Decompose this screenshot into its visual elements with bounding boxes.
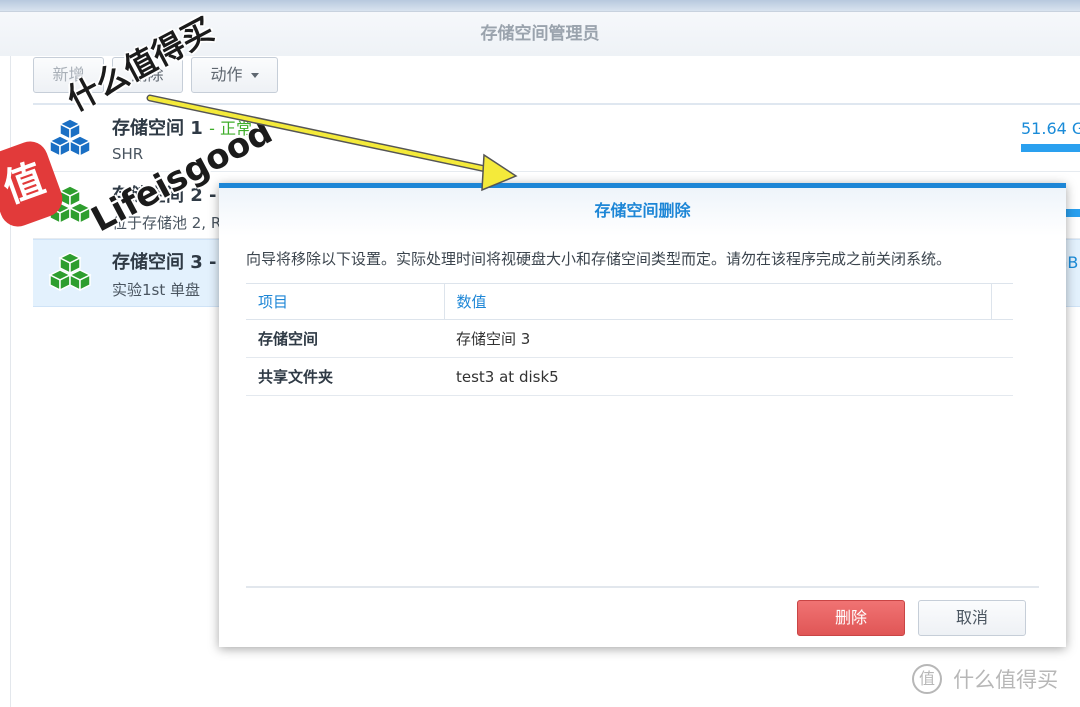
volume-desc: 实验1st 单盘 bbox=[112, 281, 201, 299]
row-value: test3 at disk5 bbox=[444, 357, 1013, 396]
table-row: 存储空间 存储空间 3 bbox=[246, 319, 1013, 358]
window-top-strip bbox=[0, 0, 1080, 12]
action-label: 动作 bbox=[210, 65, 243, 84]
footer-divider bbox=[246, 586, 1039, 588]
watermark-text: 什么值得买 bbox=[953, 668, 1059, 692]
column-header[interactable]: 数值 bbox=[444, 283, 992, 320]
action-dropdown-button[interactable]: 动作 bbox=[191, 57, 278, 93]
confirm-delete-button[interactable]: 删除 bbox=[797, 600, 905, 636]
cancel-button[interactable]: 取消 bbox=[918, 600, 1026, 636]
watermark-logo-icon: 值 bbox=[912, 664, 942, 694]
column-header-spacer bbox=[991, 283, 1013, 320]
bottom-watermark: 值 什么值得买 bbox=[912, 664, 1058, 698]
volume-usage-bar bbox=[1021, 144, 1080, 152]
volume-name: 存储空间 3 - bbox=[112, 252, 217, 273]
volume-cubes-icon bbox=[48, 118, 92, 158]
volume-desc: SHR bbox=[112, 145, 144, 163]
volume-size: 51.64 G bbox=[1021, 119, 1080, 138]
row-key: 存储空间 bbox=[246, 319, 444, 358]
dialog-description: 向导将移除以下设置。实际处理时间将视硬盘大小和存储空间类型而定。请勿在该程序完成… bbox=[246, 250, 952, 268]
dialog-title: 存储空间删除 bbox=[219, 188, 1066, 236]
chevron-down-icon bbox=[250, 73, 259, 78]
table-row: 共享文件夹 test3 at disk5 bbox=[246, 357, 1013, 396]
delete-volume-dialog: 存储空间删除 向导将移除以下设置。实际处理时间将视硬盘大小和存储空间类型而定。请… bbox=[219, 183, 1066, 647]
table-header-row: 项目 数值 bbox=[246, 283, 1013, 320]
volume-cubes-icon bbox=[48, 252, 92, 292]
column-header[interactable]: 项目 bbox=[246, 283, 445, 320]
settings-table: 项目 数值 存储空间 存储空间 3 共享文件夹 test3 at disk5 bbox=[246, 283, 1013, 396]
row-key: 共享文件夹 bbox=[246, 357, 444, 396]
row-value: 存储空间 3 bbox=[444, 319, 1013, 358]
list-divider bbox=[33, 103, 1080, 105]
